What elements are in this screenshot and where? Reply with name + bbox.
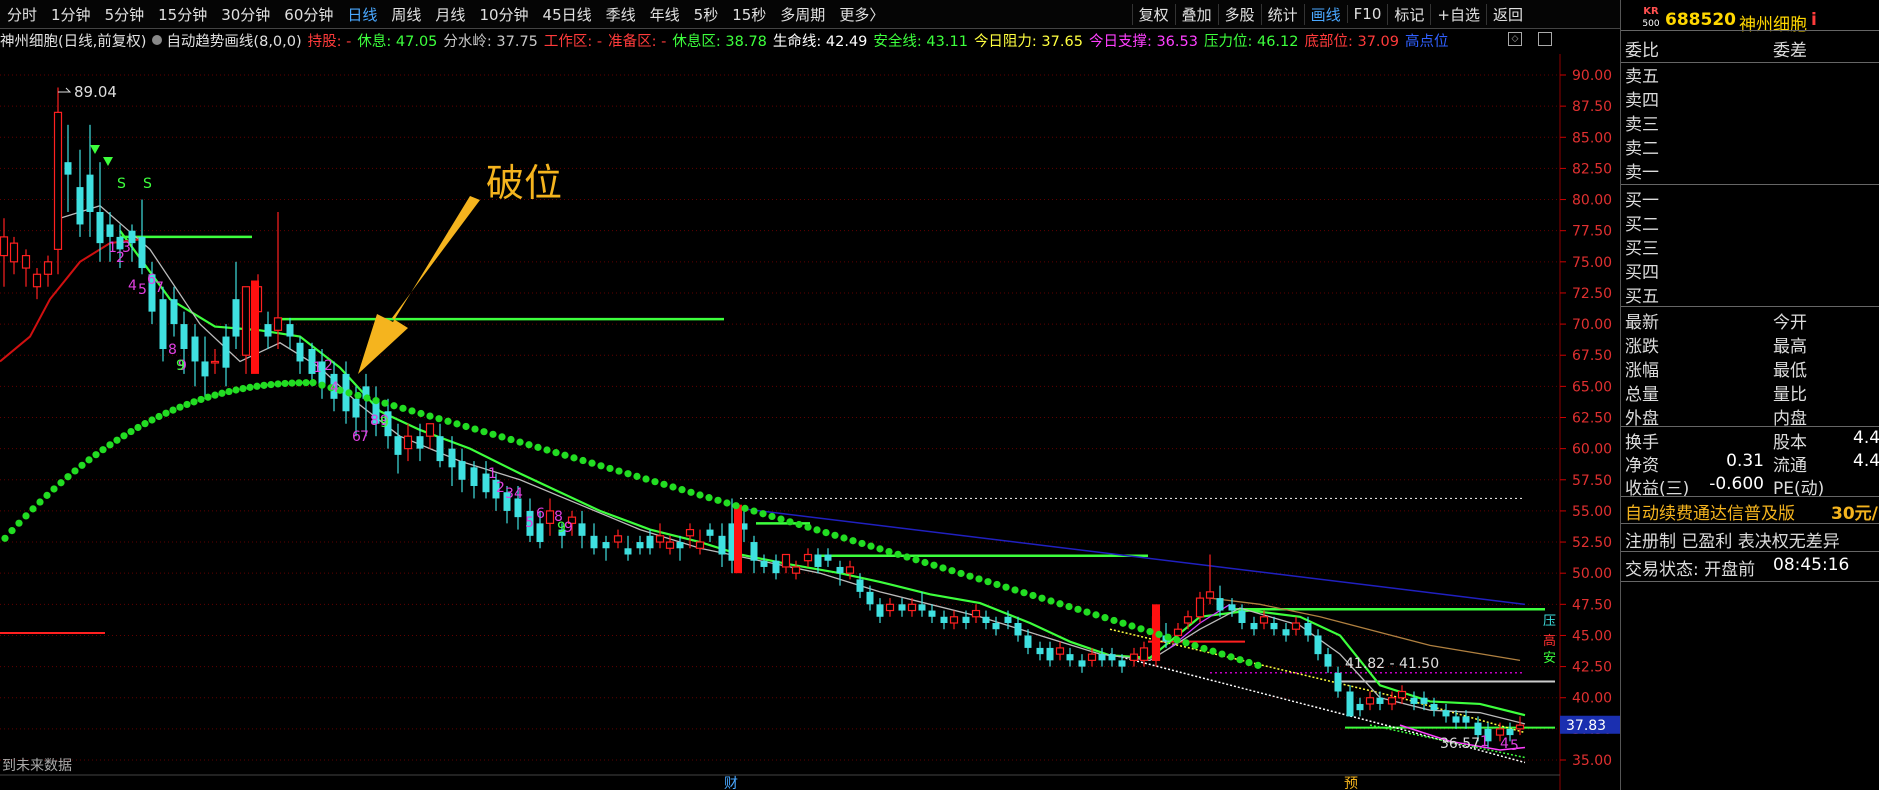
fin-value-2: -0.600 bbox=[1709, 474, 1764, 494]
stat-row-0-label2: 今开 bbox=[1773, 313, 1807, 333]
fin-label2-0: 股本 bbox=[1773, 433, 1807, 453]
promo-row[interactable]: 自动续费通达信普及版 30元/ bbox=[1621, 499, 1879, 524]
stat-row-2-label: 涨幅 bbox=[1625, 361, 1659, 381]
trade-status-time: 08:45:16 bbox=[1773, 555, 1850, 575]
sell-level-3-label: 卖三 bbox=[1625, 115, 1659, 135]
fin-row-2: 收益(三) -0.600 PE(动) bbox=[1621, 474, 1879, 499]
buy-level-3-label: 买三 bbox=[1625, 239, 1659, 259]
promo-price: 30元/ bbox=[1831, 504, 1878, 524]
buy-level-4-label: 买四 bbox=[1625, 263, 1659, 283]
buy-level-1: 买一 bbox=[1621, 186, 1879, 211]
sell-level-2-label: 卖二 bbox=[1625, 139, 1659, 159]
stat-row-1-label2: 最高 bbox=[1773, 337, 1807, 357]
fin-label2-1: 流通 bbox=[1773, 456, 1807, 476]
registration-row: 注册制 已盈利 表决权无差异 bbox=[1621, 527, 1879, 552]
buy-level-5: 买五 bbox=[1621, 282, 1879, 307]
buy-level-5-label: 买五 bbox=[1625, 287, 1659, 307]
sell-level-1-label: 卖一 bbox=[1625, 163, 1659, 183]
buy-level-2: 买二 bbox=[1621, 210, 1879, 235]
fin-value2-0: 4.4 bbox=[1853, 428, 1879, 448]
stock-name: 神州细胞 bbox=[1739, 15, 1807, 35]
sell-level-4: 卖四 bbox=[1621, 86, 1879, 111]
stock-code: 688520 bbox=[1665, 10, 1736, 30]
stat-row-0: 最新 今开 bbox=[1621, 308, 1879, 333]
buy-level-1-label: 买一 bbox=[1625, 191, 1659, 211]
sell-level-2: 卖二 bbox=[1621, 134, 1879, 159]
trade-status-row: 交易状态: 开盘前 08:45:16 bbox=[1621, 555, 1879, 580]
promo-text: 自动续费通达信普及版 bbox=[1625, 504, 1795, 524]
fin-value-1: 0.31 bbox=[1726, 451, 1764, 471]
buy-level-3: 买三 bbox=[1621, 234, 1879, 259]
fin-row-1: 净资 0.31 流通 4.4 bbox=[1621, 451, 1879, 476]
stat-row-2-label2: 最低 bbox=[1773, 361, 1807, 381]
fin-value2-1: 4.4 bbox=[1853, 451, 1879, 471]
sell-level-5-label: 卖五 bbox=[1625, 67, 1659, 87]
order-ratio-row: 委比 委差 bbox=[1621, 36, 1879, 61]
info-badge[interactable]: i bbox=[1811, 10, 1817, 30]
sell-level-1: 卖一 bbox=[1621, 158, 1879, 183]
sell-level-3: 卖三 bbox=[1621, 110, 1879, 135]
sell-level-5: 卖五 bbox=[1621, 62, 1879, 87]
breakdown-arrow-icon bbox=[358, 196, 480, 374]
fin-row-0: 换手 股本 4.4 bbox=[1621, 428, 1879, 453]
stat-row-4: 外盘 内盘 bbox=[1621, 404, 1879, 429]
registration-text: 注册制 已盈利 表决权无差异 bbox=[1625, 532, 1840, 552]
fin-label-1: 净资 bbox=[1625, 456, 1659, 476]
stat-row-1: 涨跌 最高 bbox=[1621, 332, 1879, 357]
stat-row-1-label: 涨跌 bbox=[1625, 337, 1659, 357]
stat-row-3-label2: 量比 bbox=[1773, 385, 1807, 405]
quote-panel: KR 500 688520 神州细胞 i 委比 委差 卖五卖四卖三卖二卖一 买一… bbox=[1620, 0, 1879, 790]
buy-level-4: 买四 bbox=[1621, 258, 1879, 283]
order-ratio-label: 委比 bbox=[1625, 41, 1659, 61]
order-diff-label: 委差 bbox=[1773, 41, 1807, 61]
fin-label-0: 换手 bbox=[1625, 433, 1659, 453]
buy-level-2-label: 买二 bbox=[1625, 215, 1659, 235]
trade-status-text: 交易状态: 开盘前 bbox=[1625, 560, 1756, 580]
stock-header[interactable]: KR 500 688520 神州细胞 i bbox=[1621, 4, 1879, 36]
stat-row-2: 涨幅 最低 bbox=[1621, 356, 1879, 381]
stat-row-0-label: 最新 bbox=[1625, 313, 1659, 333]
stat-row-3: 总量 量比 bbox=[1621, 380, 1879, 405]
sell-level-4-label: 卖四 bbox=[1625, 91, 1659, 111]
stat-row-3-label: 总量 bbox=[1625, 385, 1659, 405]
